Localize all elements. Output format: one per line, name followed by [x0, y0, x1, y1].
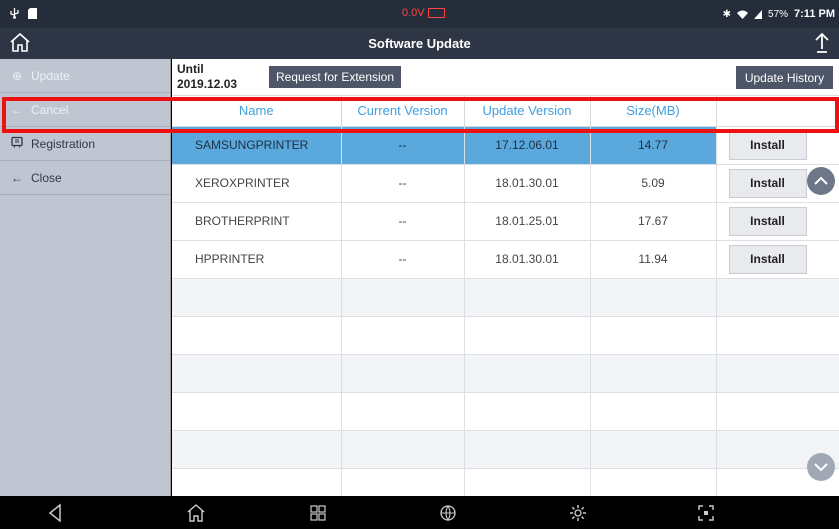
- install-button[interactable]: Install: [728, 244, 807, 274]
- cell-name: HPPRINTER: [172, 240, 342, 279]
- column-header-action: [716, 96, 839, 127]
- table-row[interactable]: SAMSUNGPRINTER -- 17.12.06.01 14.77 Inst…: [172, 126, 839, 165]
- cell-action: Install: [716, 240, 839, 279]
- cell-update-version: 18.01.30.01: [464, 164, 591, 203]
- cell-size: 5.09: [590, 164, 717, 203]
- status-bar: 0.0V ✱ 57% 7:11 PM: [0, 0, 839, 28]
- sidebar-item-label: Update: [31, 68, 70, 83]
- arrow-left-icon: ←: [11, 102, 23, 117]
- update-toolbar: Until 2019.12.03 Request for Extension U…: [172, 59, 839, 96]
- cell-current-version: --: [341, 164, 465, 203]
- screenshot-icon[interactable]: [694, 501, 718, 525]
- column-header-size[interactable]: Size(MB): [590, 96, 717, 127]
- status-left-icons: [10, 8, 37, 19]
- table-row[interactable]: BROTHERPRINT -- 18.01.25.01 17.67 Instal…: [172, 202, 839, 241]
- install-button[interactable]: Install: [728, 206, 807, 236]
- bluetooth-icon: ✱: [722, 8, 732, 20]
- main-panel: Until 2019.12.03 Request for Extension U…: [172, 59, 839, 507]
- column-header-name[interactable]: Name: [172, 96, 342, 127]
- wifi-icon: [737, 10, 749, 19]
- cell-action: Install: [716, 126, 839, 165]
- scroll-up-button[interactable]: [807, 167, 835, 195]
- page-title: Software Update: [368, 36, 471, 51]
- settings-icon[interactable]: [566, 501, 590, 525]
- car-battery-icon: [427, 8, 445, 18]
- home-icon[interactable]: [184, 501, 208, 525]
- voltage-indicator: 0.0V: [402, 7, 445, 19]
- clock: 7:11 PM: [794, 8, 835, 20]
- cell-update-version: 18.01.25.01: [464, 202, 591, 241]
- recent-apps-icon[interactable]: [306, 501, 330, 525]
- sidebar-item-registration[interactable]: Registration: [0, 127, 170, 161]
- install-button[interactable]: Install: [728, 168, 807, 198]
- cell-size: 17.67: [590, 202, 717, 241]
- software-table: Name Current Version Update Version Size…: [172, 96, 839, 507]
- table-row[interactable]: XEROXPRINTER -- 18.01.30.01 5.09 Install: [172, 164, 839, 203]
- nav-bar: [0, 496, 839, 529]
- cell-update-version: 18.01.30.01: [464, 240, 591, 279]
- battery-percent: 57%: [768, 8, 789, 20]
- sidebar-item-close[interactable]: ← Close: [0, 161, 170, 195]
- sidebar: ⊕ Update ← Cancel Registration ← Close: [0, 59, 171, 496]
- sidebar-item-label: Registration: [31, 136, 96, 151]
- empty-row: [172, 278, 839, 317]
- upload-icon[interactable]: [811, 31, 833, 55]
- empty-row: [172, 392, 839, 431]
- request-extension-button[interactable]: Request for Extension: [269, 66, 401, 88]
- sd-card-icon: [28, 8, 37, 19]
- cell-size: 14.77: [590, 126, 717, 165]
- cell-name: BROTHERPRINT: [172, 202, 342, 241]
- install-button[interactable]: Install: [728, 130, 807, 160]
- status-right: ✱ 57% 7:11 PM: [723, 8, 835, 20]
- cell-name: XEROXPRINTER: [172, 164, 342, 203]
- globe-icon: ⊕: [11, 68, 23, 83]
- back-icon[interactable]: [44, 501, 68, 525]
- usb-icon: [10, 8, 19, 19]
- empty-row: [172, 354, 839, 393]
- chevron-up-icon: [814, 176, 828, 185]
- license-expiry: Until 2019.12.03: [177, 62, 237, 92]
- cell-current-version: --: [341, 240, 465, 279]
- column-header-update-version[interactable]: Update Version: [464, 96, 591, 127]
- sidebar-item-update: ⊕ Update: [0, 59, 170, 93]
- cell-size: 11.94: [590, 240, 717, 279]
- table-row[interactable]: HPPRINTER -- 18.01.30.01 11.94 Install: [172, 240, 839, 279]
- cell-action: Install: [716, 202, 839, 241]
- title-bar: Software Update: [0, 28, 839, 59]
- registration-icon: [11, 136, 23, 151]
- arrow-left-icon: ←: [11, 170, 23, 185]
- column-header-current-version[interactable]: Current Version: [341, 96, 465, 127]
- cell-update-version: 17.12.06.01: [464, 126, 591, 165]
- until-label: Until: [177, 62, 204, 76]
- voltage-text: 0.0V: [402, 7, 425, 19]
- browser-icon[interactable]: [436, 501, 460, 525]
- sidebar-item-label: Close: [31, 170, 62, 185]
- cell-current-version: --: [341, 202, 465, 241]
- empty-row: [172, 316, 839, 355]
- sidebar-item-cancel: ← Cancel: [0, 93, 170, 127]
- update-history-button[interactable]: Update History: [736, 66, 833, 89]
- table-header-row: Name Current Version Update Version Size…: [172, 96, 839, 127]
- until-date: 2019.12.03: [177, 77, 238, 91]
- empty-row: [172, 430, 839, 469]
- cell-name: SAMSUNGPRINTER: [172, 126, 342, 165]
- chevron-down-icon: [814, 463, 828, 472]
- cell-current-version: --: [341, 126, 465, 165]
- scroll-down-button[interactable]: [807, 453, 835, 481]
- signal-icon: [754, 9, 763, 19]
- sidebar-item-label: Cancel: [31, 102, 69, 117]
